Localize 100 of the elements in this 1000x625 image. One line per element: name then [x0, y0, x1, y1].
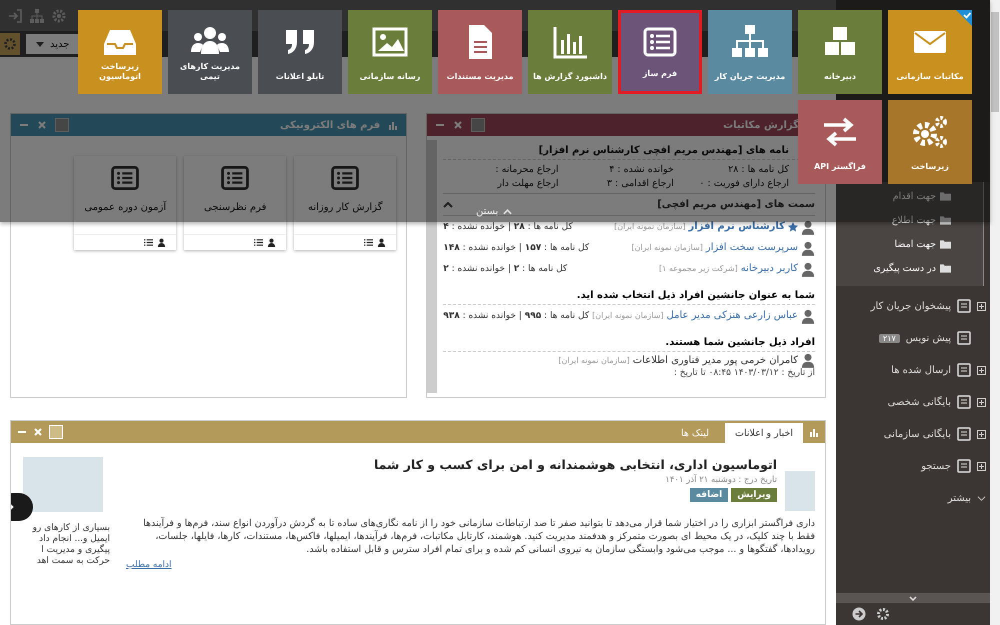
folder-item[interactable]: جهت اقدام: [836, 184, 983, 208]
app-tile[interactable]: مکاتبات سازمانی: [888, 10, 972, 94]
app-tile[interactable]: مدیریت جریان کار: [708, 10, 792, 94]
check-corner-icon: [956, 10, 972, 26]
stat-text: خوانده نشده : ۴: [608, 164, 674, 175]
list-icon[interactable]: [364, 238, 374, 247]
app-tile[interactable]: فراگستر API: [798, 100, 882, 184]
expand-icon[interactable]: [977, 366, 986, 374]
folder-icon: [940, 240, 951, 248]
avatar-icon: [801, 260, 815, 276]
new-button[interactable]: جدید: [26, 34, 80, 54]
document-icon: [957, 299, 971, 313]
avatar-icon: [801, 218, 815, 234]
organization-text: [سازمان نمونه ایران]: [632, 243, 703, 252]
app-tile[interactable]: رسانه سازمانی: [348, 10, 432, 94]
form-card[interactable]: آزمون دوره عمومی: [74, 156, 176, 250]
letter-counts: کل نامه ها : ۱۵۷ | خوانده نشده : ۱۴۸: [443, 242, 590, 252]
settings-button[interactable]: [0, 33, 20, 56]
star-icon: [788, 222, 798, 232]
organization-text: [شرکت زیر مجموعه ۱]: [659, 264, 738, 273]
person-link[interactable]: عباس زارعی هنزکی مدیر عامل: [666, 310, 798, 321]
list-icon: [331, 166, 360, 190]
news-excerpt-line: حرکت به سمت اهد: [36, 556, 110, 566]
count-badge: ۲۱۷: [878, 334, 900, 342]
document-icon: [957, 331, 971, 345]
add-button[interactable]: اضافه: [690, 488, 728, 502]
folder-item[interactable]: جهت اطلاع: [836, 208, 983, 232]
chevron-down-icon: [977, 494, 986, 502]
sidebar-item[interactable]: پیشخوان جریان کار: [836, 290, 990, 322]
sidebar-item[interactable]: جستجو: [836, 450, 990, 482]
stat-text: ارجاع دارای فوریت : ۰: [698, 178, 789, 189]
letter-counts: کل نامه ها : ۲۸ | خوانده نشده : ۴: [443, 222, 573, 232]
app-tile[interactable]: زیرساخت اتوماسیون: [78, 10, 162, 94]
app-tile[interactable]: فرم ساز: [618, 10, 702, 94]
panel-title: گزارش مکاتبات: [723, 120, 799, 130]
sidebar-item[interactable]: پیش نویس ۲۱۷: [836, 322, 990, 354]
chart-icon: [809, 427, 819, 437]
role-link[interactable]: سرپرست سخت افزار: [706, 242, 798, 253]
section-heading: افراد ذیل جانشین شما هستند.: [443, 332, 815, 352]
folder-icon: [940, 216, 951, 224]
list-icon[interactable]: [254, 238, 264, 247]
app-tile[interactable]: تابلو اعلانات: [258, 10, 342, 94]
folder-item[interactable]: در دست پیگیری: [836, 256, 983, 280]
news-title: اتوماسیون اداری، انتخابی هوشمندانه و امن برای کسب و کار شما: [374, 457, 777, 472]
user-icon[interactable]: [267, 238, 276, 247]
edit-button[interactable]: ویرایش: [731, 488, 777, 502]
stat-text: ارجاع اقدامی : ۳: [606, 178, 674, 189]
stat-text: ارجاع مهلت دار: [496, 178, 558, 189]
app-tile[interactable]: مدیریت مستندات: [438, 10, 522, 94]
document-icon: [957, 427, 971, 441]
stat-text: کل نامه ها : ۲۸: [727, 164, 789, 175]
app-tile[interactable]: زیرساخت: [888, 100, 972, 184]
color-swatch[interactable]: [55, 118, 69, 132]
role-link[interactable]: کاربر دبیرخانه: [740, 263, 798, 274]
document-icon: [957, 459, 971, 473]
app-tile[interactable]: مدیریت کارهای تیمی: [168, 10, 252, 94]
caret-up-icon[interactable]: [443, 202, 454, 208]
news-excerpt-line: پیگیری و مدیریت ا: [40, 545, 110, 555]
gear-icon: [3, 37, 17, 52]
read-more-link[interactable]: ادامه مطلب: [126, 560, 172, 570]
scrollbar[interactable]: [990, 0, 1000, 625]
tab[interactable]: لینک ها: [670, 423, 720, 443]
list-icon: [221, 166, 250, 190]
expand-icon[interactable]: [977, 302, 986, 310]
expand-icon[interactable]: [977, 462, 986, 470]
stat-text: ارجاع محرمانه :: [494, 164, 558, 175]
app-tile[interactable]: دبیرخانه: [798, 10, 882, 94]
illustration-placeholder: [785, 471, 815, 511]
close-icon[interactable]: [33, 427, 43, 437]
expand-icon[interactable]: [977, 430, 986, 438]
panel-title: فرم های الکترونیکی: [280, 120, 380, 130]
expand-icon[interactable]: [977, 398, 986, 406]
form-label: گزارش کار روزانه: [308, 202, 382, 213]
user-icon[interactable]: [157, 238, 166, 247]
color-swatch[interactable]: [471, 118, 486, 132]
document-icon: [957, 363, 971, 377]
form-card[interactable]: گزارش کار روزانه: [294, 156, 396, 250]
tab[interactable]: اخبار و اعلانات: [725, 423, 803, 443]
app-tile[interactable]: داشبورد گزارش ها: [528, 10, 612, 94]
news-excerpt-line: بسیاری از کارهای رو: [31, 523, 110, 533]
form-card[interactable]: فرم نظرسنجی: [184, 156, 286, 250]
caret-down-icon: [36, 42, 44, 47]
sidebar-item[interactable]: بایگانی سازمانی: [836, 418, 990, 450]
close-menu-button[interactable]: بستن: [470, 205, 518, 218]
avatar-icon: [801, 352, 815, 368]
person-name: کامران خرمی پور مدیر فناوری اطلاعات: [632, 354, 798, 366]
role-link[interactable]: کارشناس نرم افزار: [688, 221, 785, 232]
close-icon[interactable]: [453, 120, 464, 130]
scrollbar[interactable]: [427, 140, 438, 393]
sidebar-item[interactable]: بایگانی شخصی: [836, 386, 990, 418]
folder-item[interactable]: جهت امضا: [836, 232, 983, 256]
close-icon[interactable]: [37, 120, 47, 130]
period-text: از تاریخ : ۱۴۰۳/۰۳/۱۲ ۰۸:۴۵ تا تاریخ :: [674, 368, 815, 378]
list-icon[interactable]: [144, 238, 154, 247]
arrow-circle-icon[interactable]: [852, 607, 866, 621]
sidebar-item[interactable]: بیشتر: [836, 482, 990, 514]
user-icon[interactable]: [377, 238, 386, 247]
sidebar-item[interactable]: ارسال شده ها: [836, 354, 990, 386]
form-label: فرم نظرسنجی: [204, 202, 266, 213]
settings-icon[interactable]: [876, 607, 890, 621]
